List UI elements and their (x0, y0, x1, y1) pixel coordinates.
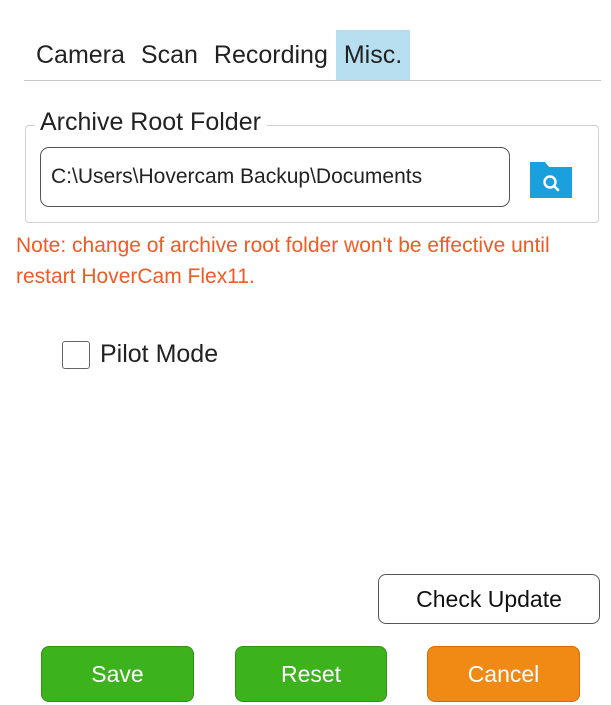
check-update-button[interactable]: Check Update (378, 574, 600, 624)
tab-recording[interactable]: Recording (206, 30, 336, 80)
tab-bar: Camera Scan Recording Misc. (24, 30, 601, 81)
tab-misc[interactable]: Misc. (335, 30, 411, 80)
cancel-button[interactable]: Cancel (427, 646, 580, 702)
tab-camera[interactable]: Camera (24, 30, 133, 80)
pilot-mode-checkbox[interactable] (62, 340, 90, 369)
archive-root-folder-legend: Archive Root Folder (34, 108, 267, 137)
restart-note: Note: change of archive root folder won'… (16, 234, 550, 288)
tab-scan[interactable]: Scan (133, 30, 206, 80)
folder-search-icon (530, 162, 572, 198)
browse-folder-button[interactable] (526, 152, 576, 202)
reset-button[interactable]: Reset (235, 646, 387, 702)
save-button[interactable]: Save (41, 646, 194, 702)
pilot-mode-option[interactable]: Pilot Mode (62, 340, 218, 369)
pilot-mode-label: Pilot Mode (100, 340, 219, 368)
archive-path-field[interactable]: C:\Users\Hovercam Backup\Documents (40, 147, 510, 207)
